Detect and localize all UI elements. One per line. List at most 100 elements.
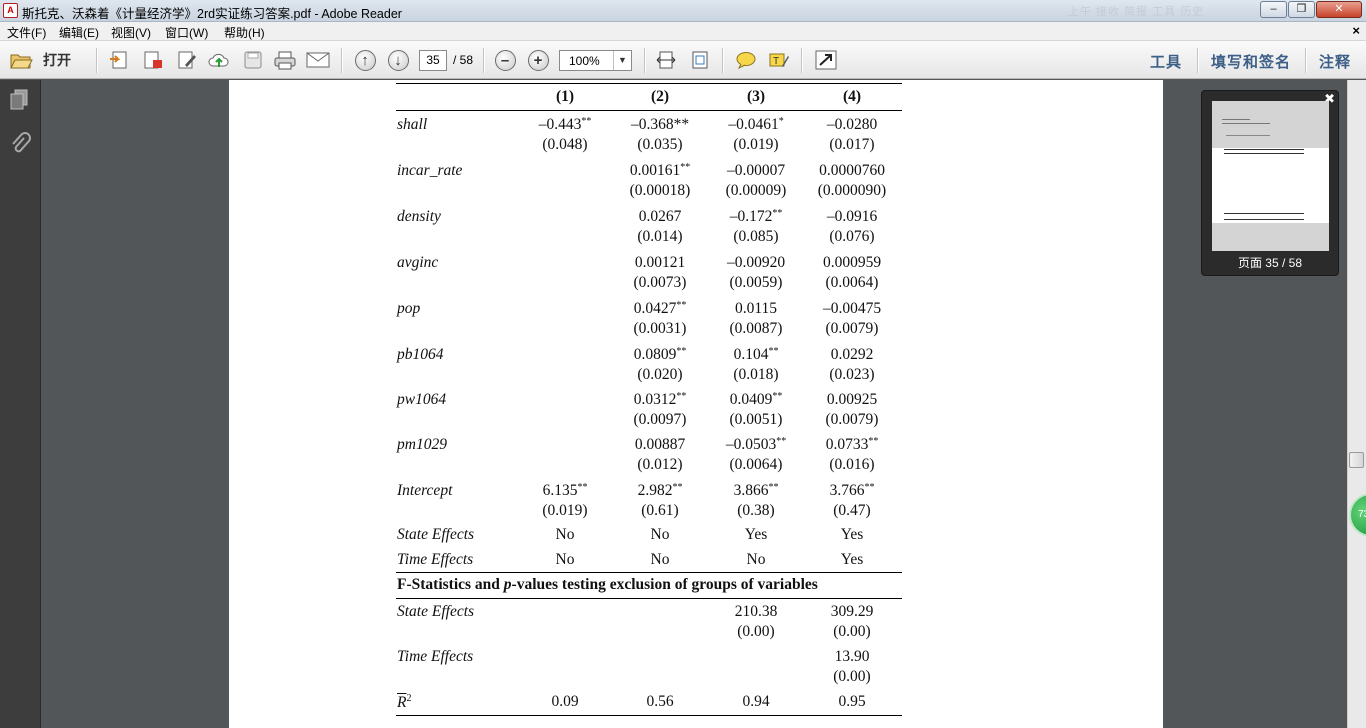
attachments-button[interactable] (9, 132, 31, 159)
coefficient-cell: 0.0809** (605, 346, 715, 364)
effects-label: Time Effects (397, 551, 474, 568)
effects-label: State Effects (397, 526, 475, 543)
standard-error: (0.0059) (729, 274, 783, 291)
maximize-button[interactable]: ❐ (1288, 1, 1315, 18)
page-total: / 58 (453, 53, 474, 67)
significance-stars: ** (776, 436, 787, 447)
next-page-button[interactable]: ↓ (386, 49, 410, 71)
close-document-icon[interactable]: × (1352, 23, 1360, 38)
coefficient-cell: 0.0733** (797, 436, 907, 454)
print-button[interactable] (273, 49, 297, 71)
paperclip-icon (12, 132, 31, 153)
coefficient-cell: –0.368** (605, 116, 715, 134)
coefficient-value: 0.00925 (826, 391, 878, 408)
expand-arrow-icon (815, 50, 837, 70)
scrollbar-thumb[interactable] (1349, 452, 1364, 468)
coefficient-value: 0.00161 (629, 162, 681, 179)
page-thumbnails-button[interactable] (9, 89, 31, 114)
variable-name: pm1029 (397, 436, 447, 453)
variable-name: pop (397, 300, 421, 317)
coefficient-cell: 0.0409** (701, 391, 811, 409)
standard-error: (0.076) (829, 228, 875, 245)
arrow-up-icon: ↑ (354, 49, 376, 71)
ftest-statistic: 13.90 (834, 648, 870, 665)
effects-value: Yes (840, 551, 864, 568)
fill-sign-link[interactable]: 填写和签名 (1211, 51, 1291, 72)
open-button[interactable]: 打开 (9, 49, 79, 71)
r-squared-value: 0.56 (646, 693, 674, 710)
standard-error: (0.014) (637, 228, 683, 245)
page-number-input[interactable]: 35 (419, 50, 447, 71)
vertical-scrollbar[interactable] (1347, 80, 1366, 728)
menu-help[interactable]: 帮助(H) (224, 24, 265, 41)
plus-icon: + (527, 49, 549, 71)
column-header: (1) (555, 88, 575, 105)
fstat-heading-part: F-Statistics and (397, 576, 504, 593)
coefficient-value: 3.866 (733, 482, 769, 499)
ftest-statistic: 309.29 (830, 603, 874, 620)
menu-edit[interactable]: 编辑(E) (59, 24, 99, 41)
coefficient-cell: –0.0503** (701, 436, 811, 454)
pdf-page: (1) (2) (3) (4) shall –0.443** (0.048) –0.368**… (229, 80, 1163, 728)
zoom-in-button[interactable]: + (526, 49, 550, 71)
page-thumbnail-popup: ✖ 页面 35 / 58 (1201, 90, 1339, 276)
chevron-down-icon[interactable]: ▼ (613, 51, 631, 70)
coefficient-cell: 0.0115 (701, 300, 811, 318)
ftest-label: State Effects (397, 603, 475, 620)
menu-file[interactable]: 文件(F) (7, 24, 46, 41)
standard-error: (0.0064) (825, 274, 879, 291)
coefficient-value: 2.982 (637, 482, 673, 499)
significance-stars: ** (772, 208, 783, 219)
previous-page-button[interactable]: ↑ (353, 49, 377, 71)
save-button[interactable] (241, 49, 265, 71)
envelope-icon (306, 52, 330, 68)
coefficient-cell: –0.0916 (797, 208, 907, 226)
upload-button[interactable] (207, 49, 231, 71)
close-window-button[interactable]: ✕ (1316, 1, 1362, 18)
standard-error: (0.000090) (817, 182, 887, 199)
comment-link[interactable]: 注释 (1319, 51, 1351, 72)
standard-error: (0.0097) (633, 411, 687, 428)
fstat-top-rule (396, 572, 902, 573)
zoom-select[interactable]: 100% ▼ (559, 50, 632, 71)
email-button[interactable] (306, 49, 330, 71)
menu-window[interactable]: 窗口(W) (165, 24, 208, 41)
minimize-button[interactable]: – (1260, 1, 1287, 18)
export-pdf-button[interactable] (141, 49, 165, 71)
menu-view[interactable]: 视图(V) (111, 24, 151, 41)
effects-value: No (650, 526, 670, 543)
create-pdf-button[interactable] (107, 49, 131, 71)
coefficient-cell: –0.0461* (701, 116, 811, 134)
coefficient-value: –0.0503 (725, 436, 777, 453)
edit-pdf-icon (178, 51, 196, 69)
fit-width-button[interactable] (654, 49, 678, 71)
zoom-out-button[interactable]: – (493, 49, 517, 71)
coefficient-value: 0.00121 (634, 254, 686, 271)
coefficient-cell: 3.866** (701, 482, 811, 500)
page-thumbnail-image[interactable] (1212, 101, 1329, 251)
r-squared-value: 0.95 (838, 693, 866, 710)
full-page-button[interactable] (688, 49, 712, 71)
edit-pdf-button[interactable] (175, 49, 199, 71)
significance-stars: ** (577, 482, 588, 493)
standard-error: (0.47) (833, 502, 871, 519)
effects-value: No (555, 551, 575, 568)
expand-button[interactable] (814, 49, 838, 71)
pages-icon (10, 89, 28, 110)
coefficient-value: 0.000959 (822, 254, 882, 271)
navigation-panel (0, 80, 41, 728)
highlight-text-icon: T (769, 53, 789, 67)
coefficient-value: 0.0312 (633, 391, 677, 408)
highlight-button[interactable]: T (767, 49, 791, 71)
standard-error: (0.0073) (633, 274, 687, 291)
coefficient-cell: –0.443** (510, 116, 620, 134)
coefficient-value: 0.0267 (638, 208, 682, 225)
coefficient-value: 0.0409 (729, 391, 773, 408)
tools-link[interactable]: 工具 (1150, 51, 1182, 72)
coefficient-cell: 6.135** (510, 482, 620, 500)
variable-name: Intercept (397, 482, 453, 499)
standard-error: (0.0079) (825, 411, 879, 428)
standard-error: (0.018) (733, 366, 779, 383)
comment-button[interactable] (734, 49, 758, 71)
standard-error: (0.00018) (629, 182, 691, 199)
